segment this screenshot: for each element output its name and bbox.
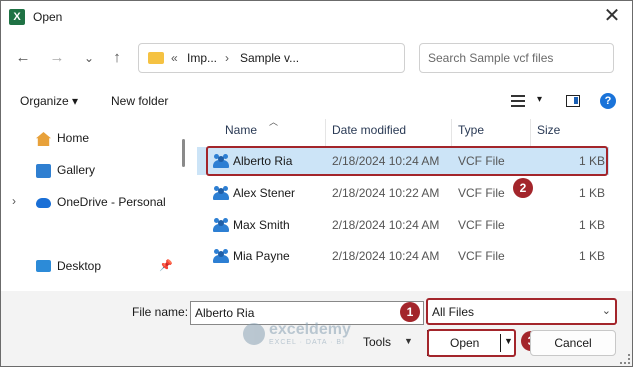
exceldemy-watermark: exceldemy EXCEL · DATA · BI	[243, 321, 353, 351]
address-separator: ›	[225, 51, 229, 65]
sidebar-item-label: Desktop	[57, 259, 102, 273]
address-bar[interactable]: « Imp... › Sample v...	[138, 43, 405, 73]
tools-caret-icon[interactable]: ▼	[404, 336, 413, 346]
folder-icon	[148, 52, 164, 64]
file-name: Mia Payne	[233, 249, 290, 263]
navigation-pane: Home Gallery › OneDrive - Personal Deskt…	[1, 119, 177, 291]
dialog-footer: File name: Alberto Ria All Files ⌄ 1 exc…	[1, 291, 632, 366]
resize-grip-icon[interactable]	[620, 354, 630, 364]
column-divider[interactable]	[530, 119, 531, 147]
close-icon[interactable]: ✕	[600, 5, 624, 29]
address-segment-imports[interactable]: Imp...	[187, 51, 217, 65]
column-divider[interactable]	[451, 119, 452, 147]
file-date: 2/18/2024 10:24 AM	[332, 249, 440, 263]
gallery-icon	[36, 164, 51, 178]
step-badge-2: 2	[513, 178, 533, 198]
sidebar-item-label: Home	[57, 131, 90, 145]
address-overflow[interactable]: «	[171, 51, 178, 65]
view-options-caret-icon[interactable]: ▾	[537, 94, 542, 105]
contact-file-icon	[213, 218, 229, 232]
file-row[interactable]: Mia Payne 2/18/2024 10:24 AM VCF File 1 …	[197, 242, 609, 270]
file-name-label: File name:	[132, 305, 189, 319]
column-header-name[interactable]: Name	[225, 123, 257, 137]
home-icon	[36, 132, 51, 146]
highlight-open-button	[427, 329, 516, 357]
column-header-type[interactable]: Type	[458, 123, 484, 137]
sidebar-item-onedrive[interactable]: › OneDrive - Personal	[1, 189, 177, 217]
sidebar-item-label: OneDrive - Personal	[57, 195, 166, 209]
step-badge-1: 1	[400, 302, 420, 322]
open-dialog: X Open ✕ ← → ⌄ ↑ « Imp... › Sample v... …	[0, 0, 633, 367]
sort-ascending-icon: ︿	[269, 117, 279, 127]
cancel-button-label: Cancel	[554, 336, 592, 350]
column-header-size[interactable]: Size	[537, 123, 560, 137]
sidebar-item-desktop[interactable]: Desktop 📌	[1, 253, 177, 281]
highlight-file-type-filter	[426, 298, 617, 325]
file-list: ︿ Name Date modified Type Size Alberto R…	[197, 117, 631, 291]
file-type: VCF File	[458, 249, 505, 263]
file-size: 1 KB	[579, 218, 606, 232]
desktop-icon	[36, 260, 51, 272]
file-row[interactable]: Alex Stener 2/18/2024 10:22 AM VCF File …	[197, 179, 609, 207]
new-folder-button[interactable]: New folder	[111, 94, 168, 108]
command-bar: Organize ▾ New folder ▾ ?	[1, 87, 632, 115]
title-bar: X Open ✕	[1, 1, 632, 33]
file-size: 1 KB	[579, 186, 606, 200]
cancel-button[interactable]: Cancel	[530, 330, 616, 356]
highlight-selected-file	[206, 146, 608, 176]
watermark-subtext: EXCEL · DATA · BI	[269, 339, 345, 346]
file-type: VCF File	[458, 186, 505, 200]
watermark-text: exceldemy	[269, 321, 351, 338]
contact-file-icon	[213, 186, 229, 200]
exceldemy-logo-icon	[243, 323, 265, 345]
preview-pane-icon[interactable]	[566, 95, 580, 107]
file-name: Alex Stener	[233, 186, 296, 200]
sidebar-item-home[interactable]: Home	[1, 125, 177, 153]
file-date: 2/18/2024 10:22 AM	[332, 186, 440, 200]
tools-menu-button[interactable]: Tools	[363, 335, 391, 349]
contact-file-icon	[213, 249, 229, 263]
dialog-title: Open	[33, 10, 63, 24]
address-segment-sample[interactable]: Sample v...	[240, 51, 299, 65]
file-size: 1 KB	[579, 249, 606, 263]
recent-locations-chevron-icon[interactable]: ⌄	[78, 47, 100, 69]
cloud-icon	[36, 198, 51, 208]
file-date: 2/18/2024 10:24 AM	[332, 218, 440, 232]
sidebar-item-label: Gallery	[57, 163, 96, 177]
sidebar-scrollbar[interactable]	[182, 139, 185, 167]
file-row[interactable]: Max Smith 2/18/2024 10:24 AM VCF File 1 …	[197, 211, 609, 239]
up-arrow-icon[interactable]: ↑	[106, 47, 128, 69]
navigation-bar: ← → ⌄ ↑ « Imp... › Sample v... Search Sa…	[1, 41, 632, 77]
organize-menu-button[interactable]: Organize ▾	[20, 94, 78, 108]
sidebar-item-gallery[interactable]: Gallery	[1, 157, 177, 185]
file-type: VCF File	[458, 218, 505, 232]
pin-icon[interactable]: 📌	[159, 259, 173, 272]
column-header-date[interactable]: Date modified	[332, 123, 406, 137]
search-input[interactable]: Search Sample vcf files	[419, 43, 614, 73]
back-arrow-icon[interactable]: ←	[12, 47, 34, 69]
excel-icon: X	[9, 9, 25, 25]
help-icon[interactable]: ?	[600, 93, 616, 109]
file-name: Max Smith	[233, 218, 290, 232]
column-divider[interactable]	[325, 119, 326, 147]
forward-arrow-icon[interactable]: →	[46, 47, 68, 69]
expand-chevron-icon[interactable]: ›	[12, 194, 16, 208]
view-list-icon[interactable]	[511, 95, 525, 107]
